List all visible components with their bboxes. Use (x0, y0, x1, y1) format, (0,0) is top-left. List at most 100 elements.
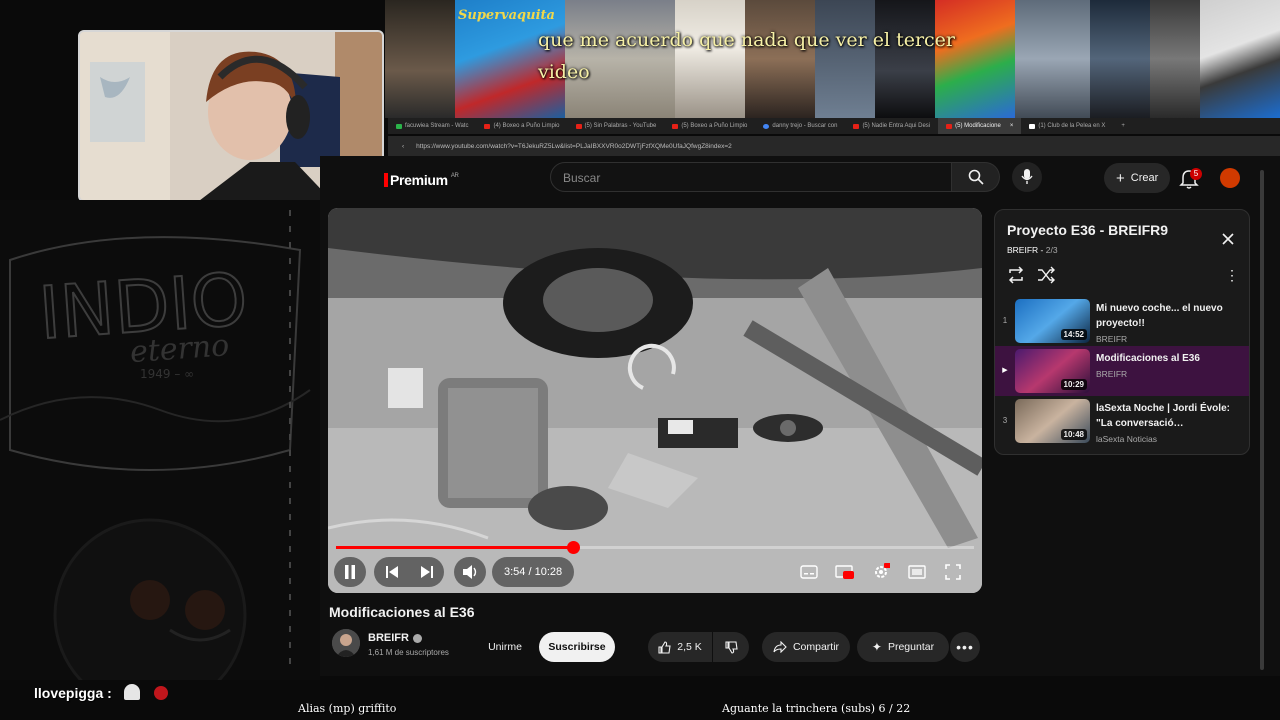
create-button[interactable]: + Crear (1104, 163, 1171, 193)
youtube-favicon-icon (853, 123, 860, 129)
x-favicon-icon (1029, 123, 1036, 129)
browser-tab[interactable]: (1) Club de la Pelea en X (1021, 118, 1113, 134)
progress-fill (336, 546, 574, 549)
now-playing-icon: ▶ (1002, 367, 1008, 374)
skip-next-icon[interactable] (420, 565, 434, 579)
art-subword: eterno (129, 328, 230, 370)
now-playing-text: Alias (mp) griffito (298, 702, 397, 715)
volume-button[interactable] (454, 557, 486, 587)
video-player[interactable]: 3:54 / 10:28 (328, 208, 982, 593)
new-tab-button[interactable]: + (1113, 118, 1133, 134)
playlist-item-active[interactable]: ▶ 10:29 Modificaciones al E36 BREIFR (995, 346, 1249, 396)
playlist-item[interactable]: 1 14:52 Mi nuevo coche... el nuevo proye… (995, 296, 1249, 346)
loop-icon[interactable] (1007, 266, 1025, 284)
playlist-item-title: Modificaciones al E36 (1096, 353, 1200, 364)
browser-tab-strip: facuwiea Stream - Watc (4) Boxeo a Puño … (388, 118, 1280, 134)
search-input[interactable]: Buscar (550, 162, 952, 192)
browser-tab[interactable]: (5) Nadie Entra Aqui Desi (845, 118, 938, 134)
playlist-title: Proyecto E36 - BREIFR9 (1007, 222, 1169, 238)
playlist-item-title: Mi nuevo coche... el nuevo proyecto!! (1096, 303, 1223, 329)
time-display: 3:54 / 10:28 (492, 557, 575, 587)
youtube-page: Premium AR Buscar + Crear 5 3:54 / 10:28… (320, 156, 1280, 676)
join-button[interactable]: Unirme (478, 632, 532, 662)
close-tab-icon[interactable]: × (1010, 123, 1014, 129)
channel-name[interactable]: BREIFR (368, 632, 422, 644)
sub-goal-counter: Aguante la trinchera (subs) 6 / 22 (722, 702, 911, 715)
microphone-icon (1021, 169, 1033, 184)
theater-icon (908, 565, 926, 579)
playlist-position: 2/3 (1045, 245, 1058, 255)
pause-icon (345, 565, 355, 579)
playlist-item-channel: laSexta Noticias (1096, 434, 1157, 444)
youtube-logo-icon (384, 173, 388, 187)
sparkle-icon: ✦ (871, 640, 882, 654)
movie-title: Supervaquita (458, 8, 555, 23)
verified-icon (412, 633, 422, 643)
plus-icon: + (1116, 169, 1125, 187)
thumbs-down-icon (724, 640, 738, 654)
gear-icon (875, 563, 890, 578)
more-vertical-icon[interactable]: ⋮ (1223, 266, 1241, 284)
subscribe-button[interactable]: Suscribirse (539, 632, 615, 662)
shuffle-icon[interactable] (1037, 266, 1055, 284)
playlist-items: 1 14:52 Mi nuevo coche... el nuevo proye… (995, 296, 1249, 446)
browser-tab[interactable]: danny trejo - Buscar con (755, 118, 845, 134)
playlist-item-channel: BREIFR (1096, 334, 1128, 344)
thumbs-up-icon (658, 640, 671, 654)
theater-mode-button[interactable] (902, 557, 932, 587)
address-bar[interactable]: ‹ https://www.youtube.com/watch?v=T6Jeku… (388, 136, 1280, 156)
autoplay-toggle[interactable] (830, 557, 860, 587)
search-button[interactable] (952, 162, 1000, 192)
video-duration: 14:52 (1060, 329, 1087, 340)
subscriber-count: 1,61 M de suscriptores (368, 648, 449, 657)
subtitles-icon (800, 565, 818, 579)
pause-button[interactable] (334, 557, 366, 587)
youtube-favicon-icon (575, 123, 582, 129)
playlist-item-index: 1 (1002, 316, 1008, 325)
volume-icon (463, 565, 477, 579)
video-duration: 10:29 (1060, 379, 1087, 390)
share-icon (773, 641, 787, 653)
back-icon[interactable]: ‹ (402, 143, 404, 150)
share-button[interactable]: Compartir (762, 632, 850, 662)
chat-username: llovepigga : (34, 684, 168, 701)
ghost-emote-icon (123, 684, 140, 700)
playlist-item-index: 3 (1002, 416, 1008, 425)
playlist-item[interactable]: 3 10:48 laSexta Noche | Jordi Évole: "La… (995, 396, 1249, 446)
browser-tab[interactable]: facuwiea Stream - Watc (388, 118, 476, 134)
account-avatar[interactable] (1220, 168, 1240, 188)
youtube-logo[interactable]: Premium AR (384, 172, 459, 188)
google-favicon-icon (763, 123, 770, 129)
like-button[interactable]: 2,5 K (648, 632, 712, 662)
browser-tab[interactable]: (5) Boxeo a Puño Limpio (664, 118, 755, 134)
youtube-favicon-icon (946, 123, 953, 129)
more-actions-button[interactable]: ••• (950, 632, 980, 662)
voice-search-button[interactable] (1012, 162, 1042, 192)
playlist-item-channel: BREIFR (1096, 369, 1128, 379)
video-thumbnail: 10:48 (1015, 399, 1090, 443)
playlist-item-title: laSexta Noche | Jordi Évole: "La convers… (1096, 403, 1230, 429)
skip-previous-icon (385, 566, 398, 578)
ask-button[interactable]: ✦ Preguntar (857, 632, 949, 662)
subtitle-caption: que me acuerdo que nada que ver el terce… (538, 29, 956, 83)
close-playlist-icon[interactable] (1221, 232, 1235, 246)
channel-avatar[interactable] (332, 629, 360, 657)
search-icon (968, 169, 984, 185)
fullscreen-button[interactable] (938, 557, 968, 587)
video-duration: 10:48 (1060, 429, 1087, 440)
svg-text:1949 – ∞: 1949 – ∞ (140, 367, 194, 381)
settings-button[interactable] (866, 557, 896, 587)
dislike-button[interactable] (713, 632, 749, 662)
progress-bar[interactable] (336, 541, 974, 554)
fullscreen-icon (945, 564, 961, 580)
youtube-favicon-icon (484, 123, 491, 129)
page-scrollbar[interactable] (1260, 170, 1264, 670)
stream-layout: Supervaquita que me acuerdo que nada que… (0, 0, 1280, 720)
browser-tab-active[interactable]: (5) Modificacione × (938, 118, 1022, 134)
previous-button[interactable] (374, 557, 444, 587)
browser-tab[interactable]: (4) Boxeo a Puño Limpio (476, 118, 567, 134)
browser-tab[interactable]: (5) Sin Palabras - YouTube (568, 118, 665, 134)
youtube-favicon-icon (672, 123, 679, 129)
subtitles-button[interactable] (794, 557, 824, 587)
playlist-owner[interactable]: BREIFR (1007, 245, 1038, 255)
